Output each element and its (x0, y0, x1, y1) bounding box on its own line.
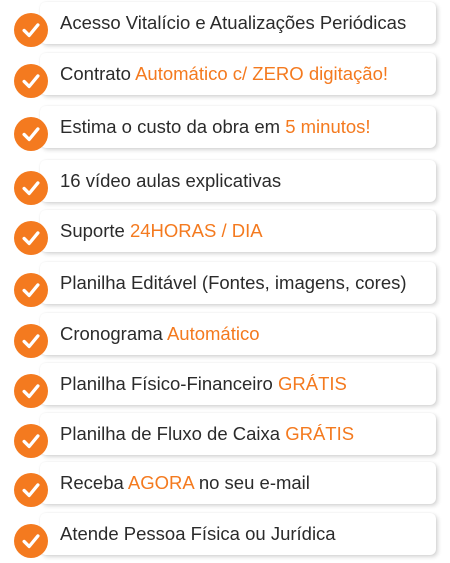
list-item: Atende Pessoa Física ou Jurídica (14, 513, 436, 558)
list-item: Cronograma Automático (14, 313, 436, 358)
check-circle-icon (14, 324, 48, 358)
check-circle-icon (14, 524, 48, 558)
item-highlight: AGORA (127, 472, 194, 493)
check-circle-icon (14, 171, 48, 205)
item-highlight: GRÁTIS (277, 373, 347, 394)
item-text: Contrato Automático c/ ZERO digitação! (60, 63, 389, 84)
list-item: Estima o custo da obra em 5 minutos! (14, 106, 436, 151)
feature-list: Acesso Vitalício e Atualizações Periódic… (0, 0, 450, 563)
check-circle-icon (14, 221, 48, 255)
list-item: Planilha de Fluxo de Caixa GRÁTIS (14, 413, 436, 458)
check-circle-icon (14, 424, 48, 458)
check-circle-icon (14, 273, 48, 307)
item-text: 16 vídeo aulas explicativas (60, 170, 282, 191)
check-circle-icon (14, 64, 48, 98)
item-highlight: GRÁTIS (285, 423, 355, 444)
item-text: Planilha de Fluxo de Caixa GRÁTIS (60, 423, 355, 444)
list-item: Suporte 24HORAS / DIA (14, 210, 436, 255)
item-text: Cronograma Automático (60, 323, 260, 344)
list-item: Planilha Editável (Fontes, imagens, core… (14, 262, 436, 307)
check-circle-icon (14, 374, 48, 408)
item-highlight: 24HORAS / DIA (129, 220, 263, 241)
item-text: Atende Pessoa Física ou Jurídica (60, 523, 336, 544)
item-text: Receba AGORA no seu e-mail (60, 472, 310, 493)
list-item: Contrato Automático c/ ZERO digitação! (14, 53, 436, 98)
list-item: Planilha Físico-Financeiro GRÁTIS (14, 363, 436, 408)
check-circle-icon (14, 473, 48, 507)
check-circle-icon (14, 13, 48, 47)
list-item: 16 vídeo aulas explicativas (14, 160, 436, 205)
item-text: Planilha Físico-Financeiro GRÁTIS (60, 373, 347, 394)
item-highlight: 5 minutos! (285, 116, 371, 137)
item-text: Suporte 24HORAS / DIA (60, 220, 263, 241)
item-text: Acesso Vitalício e Atualizações Periódic… (60, 12, 407, 33)
item-text: Planilha Editável (Fontes, imagens, core… (60, 272, 407, 293)
item-highlight: Automático c/ ZERO digitação! (135, 63, 389, 84)
item-highlight: Automático (166, 323, 260, 344)
list-item: Receba AGORA no seu e-mail (14, 462, 436, 507)
check-circle-icon (14, 117, 48, 151)
item-text: Estima o custo da obra em 5 minutos! (60, 116, 371, 137)
list-item: Acesso Vitalício e Atualizações Periódic… (14, 2, 436, 47)
